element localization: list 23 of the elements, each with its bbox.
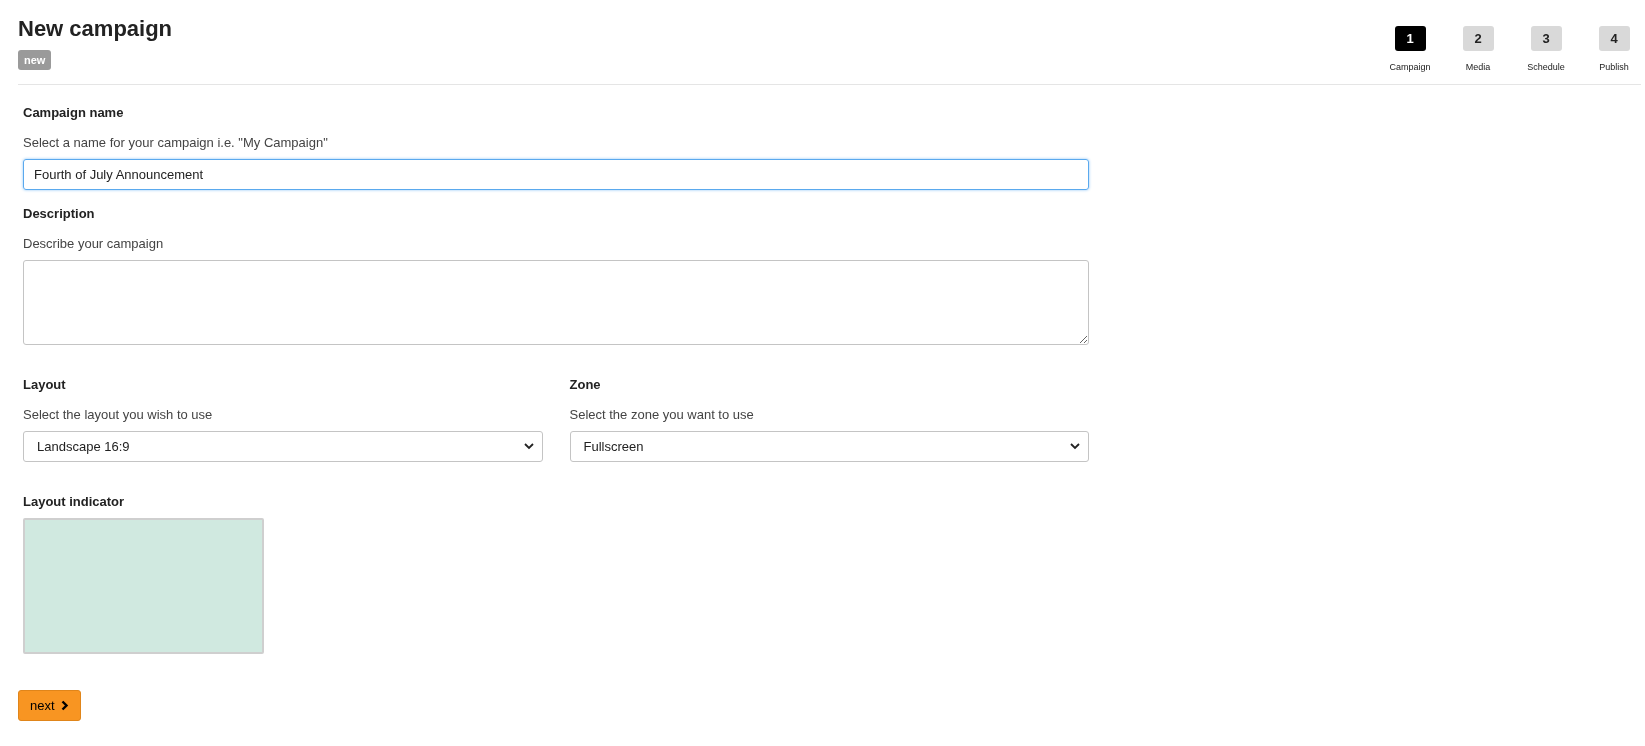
field-label: Zone bbox=[569, 378, 602, 391]
step-tab[interactable]: 3 Schedule bbox=[1519, 26, 1573, 75]
field-hint: Select a name for your campaign i.e. "My Campaign" bbox=[23, 136, 329, 149]
dropdown[interactable]: Landscape 16:9 bbox=[23, 431, 543, 462]
field-label: Description bbox=[23, 207, 96, 220]
description-field[interactable] bbox=[23, 260, 1089, 345]
field-label: Campaign name bbox=[23, 106, 125, 119]
chevron-down-icon bbox=[523, 443, 534, 450]
step-tab[interactable]: 4 Publish bbox=[1587, 26, 1641, 75]
campaign-name-field[interactable]: Fourth of July Announcement bbox=[23, 159, 1089, 190]
field-hint: Select the zone you want to use bbox=[569, 408, 755, 421]
status-badge: new bbox=[18, 49, 52, 70]
field-hint: Select the layout you wish to use bbox=[23, 408, 214, 421]
chevron-right-icon bbox=[60, 700, 69, 711]
page-title: New campaign bbox=[18, 15, 173, 43]
field-hint: Describe your campaign bbox=[23, 237, 165, 250]
chevron-down-icon bbox=[1070, 443, 1080, 450]
dropdown[interactable]: Fullscreen bbox=[569, 431, 1089, 462]
next-button[interactable]: next bbox=[18, 690, 81, 721]
field-label: Layout indicator bbox=[23, 495, 126, 508]
step-tab[interactable]: 1 Campaign bbox=[1383, 26, 1437, 75]
field-label: Layout bbox=[23, 378, 67, 391]
step-tab[interactable]: 2 Media bbox=[1451, 26, 1505, 75]
